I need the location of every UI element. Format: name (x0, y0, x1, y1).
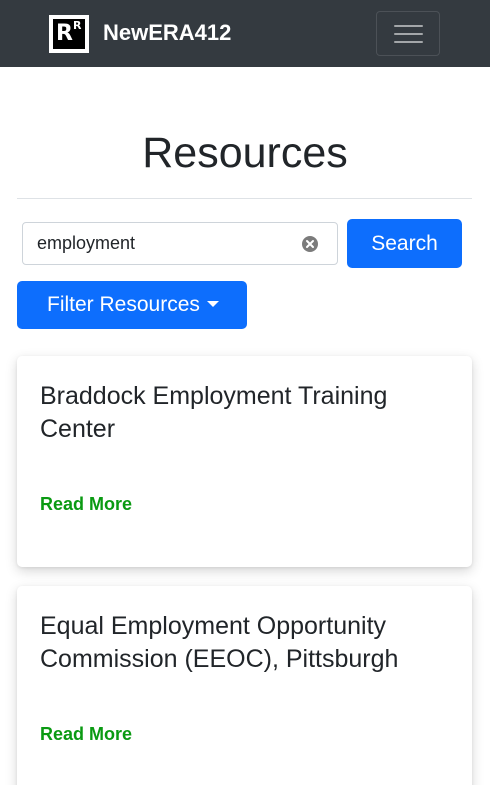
caret-down-icon (206, 301, 219, 307)
read-more-link[interactable]: Read More (40, 492, 132, 516)
clear-icon[interactable] (302, 236, 318, 252)
hamburger-icon (394, 25, 423, 27)
resource-card: Equal Employment Opportunity Commission … (17, 586, 472, 785)
navbar-toggler-button[interactable] (376, 11, 440, 56)
resource-card-title: Braddock Employment Training Center (40, 382, 388, 443)
resource-card-title: Equal Employment Opportunity Commission … (40, 612, 399, 673)
top-navbar: RR NewERA412 (0, 0, 490, 67)
hamburger-icon-bar (394, 33, 423, 35)
page-title: Resources (142, 129, 348, 177)
search-input[interactable] (22, 222, 338, 265)
brand-name-link[interactable]: NewERA412 (103, 19, 231, 47)
brand-logo[interactable]: RR (49, 15, 89, 53)
search-button[interactable]: Search (347, 219, 462, 268)
brand-logo-mark: RR (53, 19, 85, 49)
resource-card: Braddock Employment Training Center Read… (17, 356, 472, 567)
hamburger-icon-bar (394, 41, 423, 43)
filter-resources-button[interactable]: Filter Resources (17, 281, 247, 329)
filter-resources-label: Filter Resources (47, 293, 200, 316)
title-divider (17, 198, 472, 199)
read-more-link[interactable]: Read More (40, 722, 132, 746)
